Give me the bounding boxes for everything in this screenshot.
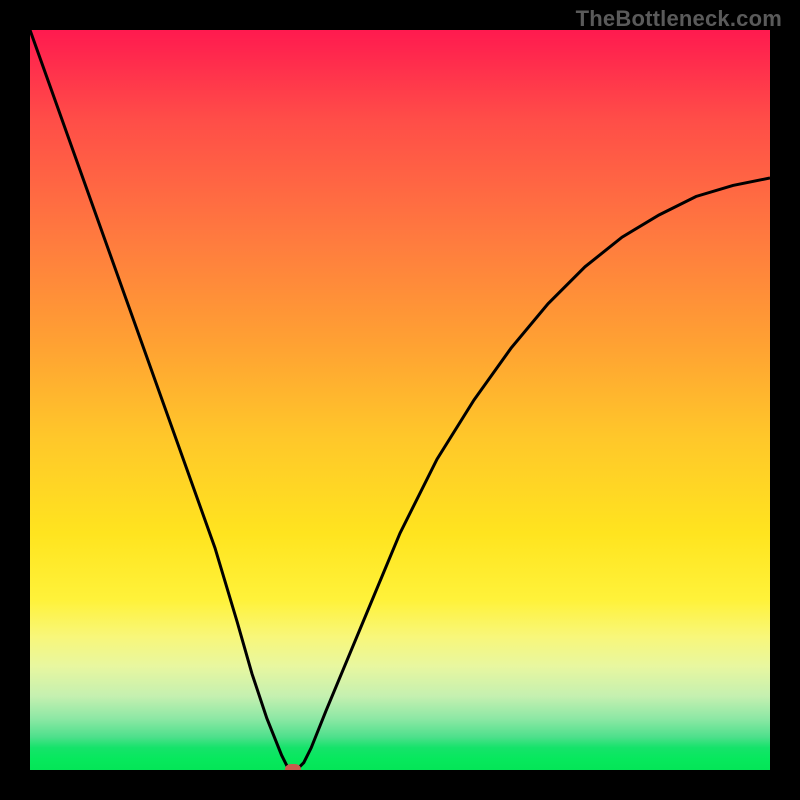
plot-area <box>30 30 770 770</box>
bottleneck-curve <box>30 30 770 770</box>
watermark-text: TheBottleneck.com <box>576 6 782 32</box>
optimal-point-marker <box>285 764 301 770</box>
curve-svg <box>30 30 770 770</box>
chart-container: TheBottleneck.com <box>0 0 800 800</box>
